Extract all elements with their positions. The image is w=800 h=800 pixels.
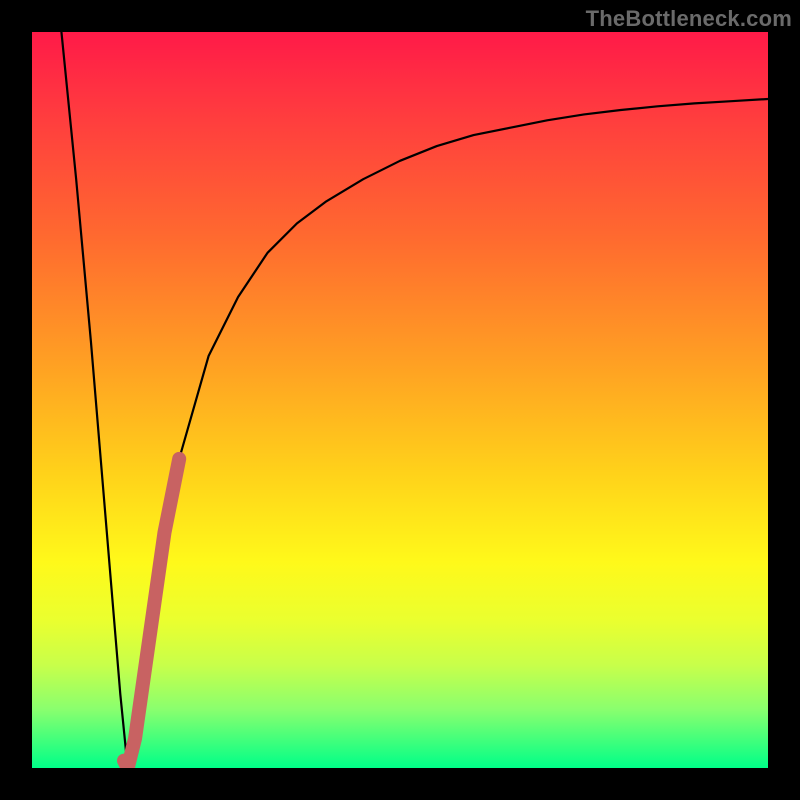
chart-frame: TheBottleneck.com — [0, 0, 800, 800]
bottleneck-curve — [61, 32, 768, 768]
highlight-segment — [124, 459, 179, 768]
plot-area — [32, 32, 768, 768]
watermark-text: TheBottleneck.com — [586, 6, 792, 32]
curve-overlay — [32, 32, 768, 768]
